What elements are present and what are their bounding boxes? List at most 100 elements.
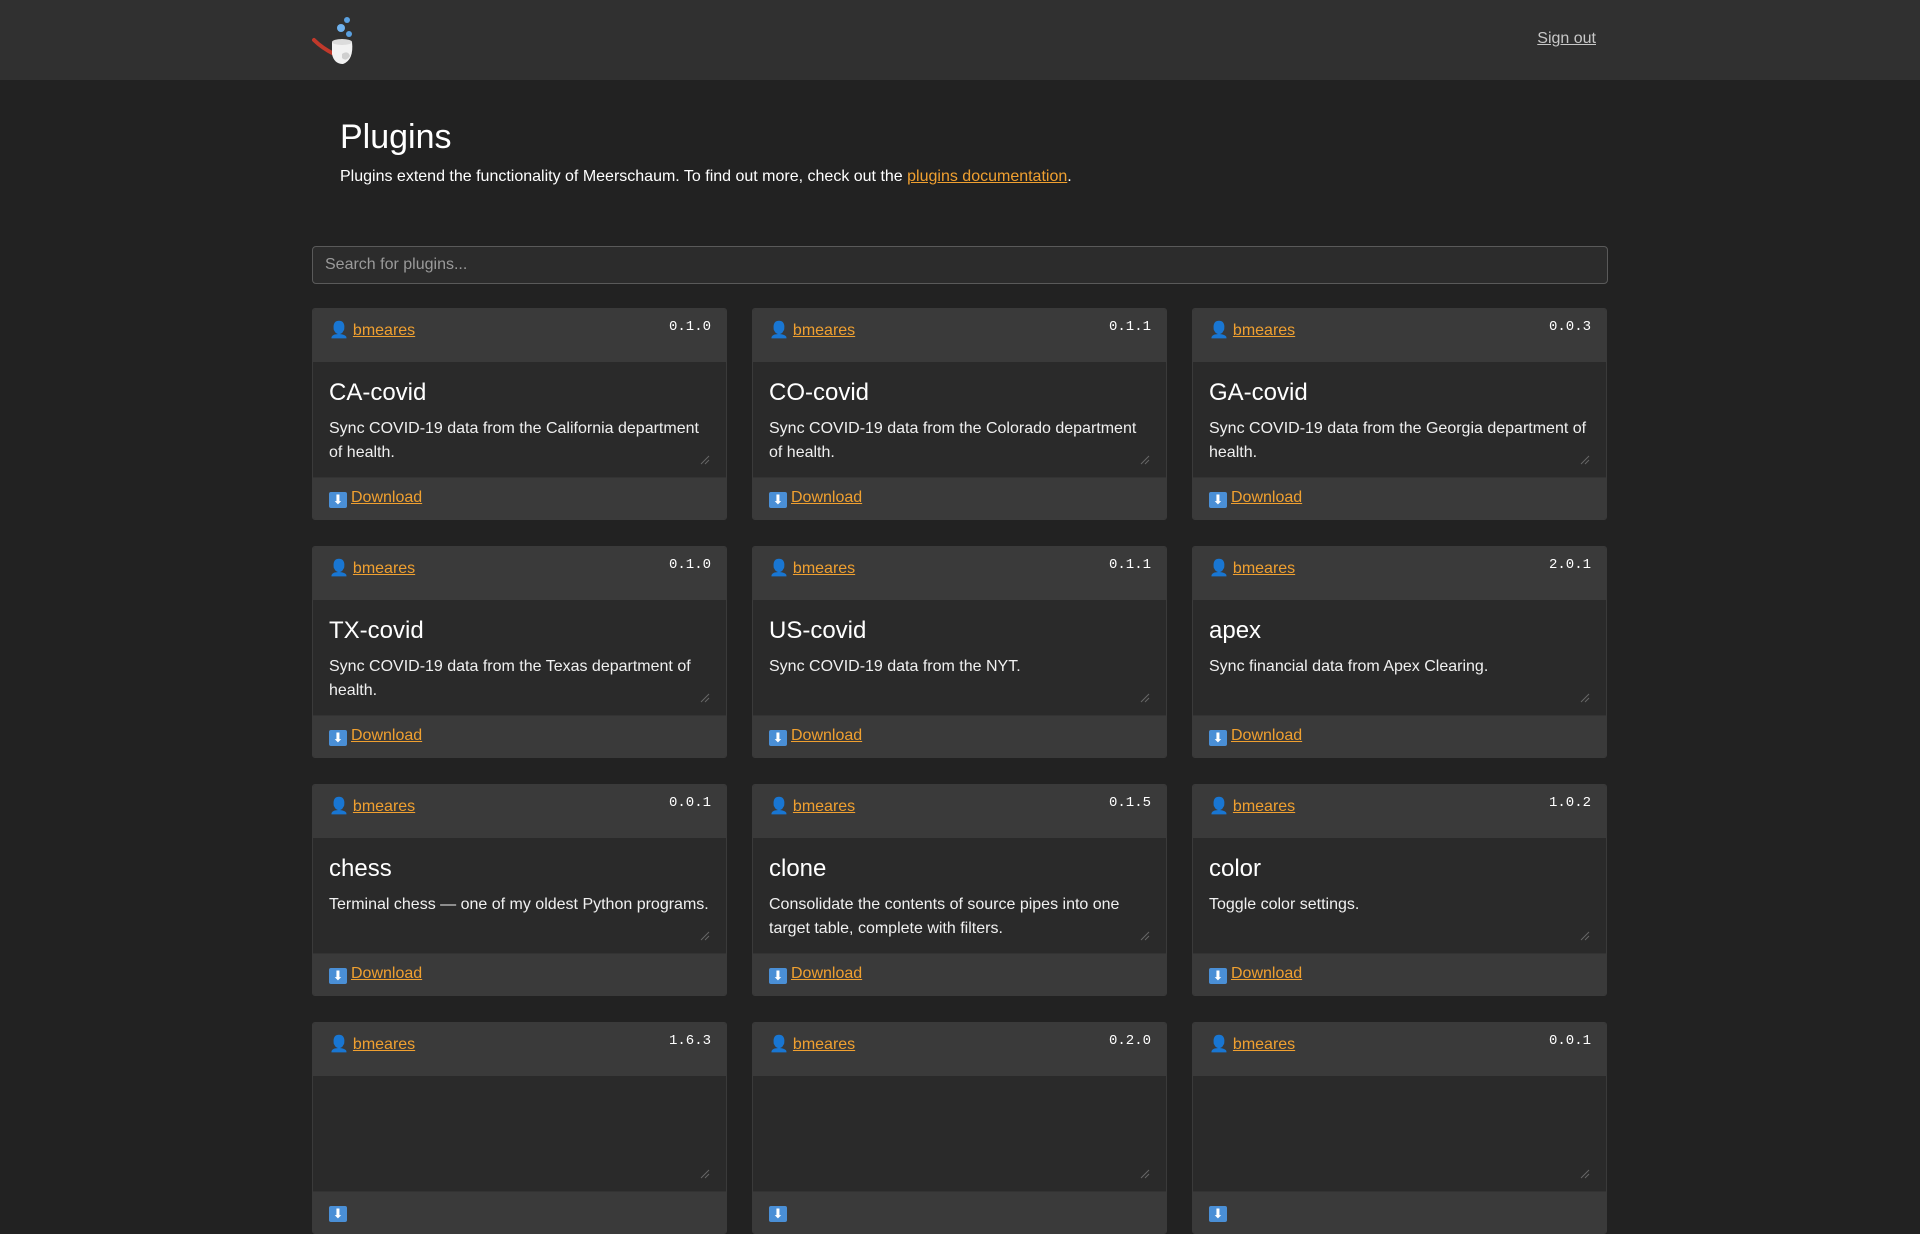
plugins-documentation-link[interactable]: plugins documentation bbox=[907, 168, 1067, 185]
plugin-name: clone bbox=[769, 855, 827, 882]
download-link[interactable]: ⬇ Download bbox=[329, 727, 422, 746]
resize-handle-icon[interactable] bbox=[700, 693, 710, 703]
plugin-card-body: color Toggle color settings. bbox=[1193, 838, 1606, 955]
download-link[interactable]: ⬇ Download bbox=[329, 489, 422, 508]
plugin-card-header: 👤 bmeares 0.1.1 bbox=[753, 309, 1166, 362]
plugin-card-body bbox=[1193, 1076, 1606, 1193]
plugin-version: 1.0.2 bbox=[1548, 795, 1591, 811]
author-link[interactable]: 👤 bmeares bbox=[769, 1034, 855, 1054]
plugin-card-body: clone Consolidate the contents of source… bbox=[753, 838, 1166, 955]
plugin-description: Terminal chess — one of my oldest Python… bbox=[329, 896, 709, 913]
author-name: bmeares bbox=[792, 322, 856, 339]
plugin-card-header: 👤 bmeares 0.0.1 bbox=[313, 785, 726, 838]
plugin-card-header: 👤 bmeares 0.1.0 bbox=[313, 547, 726, 600]
download-arrow-icon: ⬇ bbox=[1209, 730, 1227, 746]
author-link[interactable]: 👤 bmeares bbox=[329, 558, 415, 578]
meerschaum-logo[interactable] bbox=[312, 14, 362, 66]
plugin-card-footer: ⬇ Download bbox=[1193, 477, 1606, 519]
author-name: bmeares bbox=[1232, 560, 1296, 577]
plugin-card-body: apex Sync financial data from Apex Clear… bbox=[1193, 600, 1606, 717]
author-link[interactable]: 👤 bmeares bbox=[1209, 558, 1295, 578]
page-title: Plugins bbox=[340, 118, 452, 156]
plugin-card-body: GA-covid Sync COVID-19 data from the Geo… bbox=[1193, 362, 1606, 479]
intro-text: Plugins extend the functionality of Meer… bbox=[340, 168, 1072, 186]
plugin-card-header: 👤 bmeares 1.6.3 bbox=[313, 1023, 726, 1076]
plugin-card: 👤 bmeares 0.1.5 clone Consolidate the con… bbox=[752, 784, 1167, 996]
resize-handle-icon[interactable] bbox=[700, 455, 710, 465]
author-link[interactable]: 👤 bmeares bbox=[329, 1034, 415, 1054]
plugin-card-footer: ⬇ Download bbox=[1193, 953, 1606, 995]
author-link[interactable]: 👤 bmeares bbox=[769, 320, 855, 340]
plugin-card-footer: ⬇ bbox=[753, 1191, 1166, 1233]
author-link[interactable]: 👤 bmeares bbox=[329, 796, 415, 816]
download-link[interactable]: ⬇ bbox=[1209, 1203, 1231, 1222]
plugin-name: chess bbox=[329, 855, 392, 882]
search-input[interactable] bbox=[312, 246, 1608, 284]
author-name: bmeares bbox=[352, 560, 416, 577]
plugin-version: 0.0.3 bbox=[1548, 319, 1591, 335]
plugin-card-header: 👤 bmeares 0.1.0 bbox=[313, 309, 726, 362]
resize-handle-icon[interactable] bbox=[1580, 1169, 1590, 1179]
plugin-card: 👤 bmeares 0.1.1 US-covid Sync COVID-19 da… bbox=[752, 546, 1167, 758]
plugin-card-body: US-covid Sync COVID-19 data from the NYT… bbox=[753, 600, 1166, 717]
resize-handle-icon[interactable] bbox=[700, 1169, 710, 1179]
intro-text-start: Plugins extend the functionality of Meer… bbox=[340, 168, 908, 185]
person-icon: 👤 bbox=[769, 560, 789, 577]
resize-handle-icon[interactable] bbox=[1140, 455, 1150, 465]
resize-handle-icon[interactable] bbox=[1580, 931, 1590, 941]
sign-out-link[interactable]: Sign out bbox=[1537, 30, 1596, 48]
person-icon: 👤 bbox=[769, 322, 789, 339]
author-link[interactable]: 👤 bmeares bbox=[1209, 320, 1295, 340]
plugin-card-footer: ⬇ Download bbox=[753, 715, 1166, 757]
author-link[interactable]: 👤 bmeares bbox=[769, 796, 855, 816]
plugin-card-footer: ⬇ Download bbox=[753, 477, 1166, 519]
plugin-version: 0.0.1 bbox=[668, 795, 711, 811]
plugin-name: apex bbox=[1209, 617, 1262, 644]
resize-handle-icon[interactable] bbox=[1140, 1169, 1150, 1179]
download-label: Download bbox=[1231, 489, 1303, 506]
plugin-card-footer: ⬇ bbox=[313, 1191, 726, 1233]
download-link[interactable]: ⬇ Download bbox=[1209, 965, 1302, 984]
person-icon: 👤 bbox=[329, 560, 349, 577]
plugin-card-body: CA-covid Sync COVID-19 data from the Cal… bbox=[313, 362, 726, 479]
plugin-description: Toggle color settings. bbox=[1209, 896, 1360, 913]
download-link[interactable]: ⬇ Download bbox=[769, 489, 862, 508]
download-arrow-icon: ⬇ bbox=[329, 730, 347, 746]
plugin-card-header: 👤 bmeares 0.1.1 bbox=[753, 547, 1166, 600]
resize-handle-icon[interactable] bbox=[700, 931, 710, 941]
resize-handle-icon[interactable] bbox=[1140, 693, 1150, 703]
plugin-description: Sync COVID-19 data from the NYT. bbox=[769, 658, 1021, 675]
person-icon: 👤 bbox=[329, 1036, 349, 1053]
download-label: Download bbox=[351, 489, 423, 506]
plugin-version: 0.1.1 bbox=[1108, 557, 1151, 573]
download-label: Download bbox=[791, 727, 863, 744]
plugin-version: 0.0.1 bbox=[1548, 1033, 1591, 1049]
download-label: Download bbox=[791, 965, 863, 982]
resize-handle-icon[interactable] bbox=[1580, 693, 1590, 703]
plugin-card-footer: ⬇ Download bbox=[313, 715, 726, 757]
resize-handle-icon[interactable] bbox=[1580, 455, 1590, 465]
download-link[interactable]: ⬇ Download bbox=[1209, 727, 1302, 746]
author-link[interactable]: 👤 bmeares bbox=[329, 320, 415, 340]
author-name: bmeares bbox=[352, 1036, 416, 1053]
download-link[interactable]: ⬇ bbox=[769, 1203, 791, 1222]
plugin-card: 👤 bmeares 0.1.1 CO-covid Sync COVID-19 da… bbox=[752, 308, 1167, 520]
download-link[interactable]: ⬇ Download bbox=[329, 965, 422, 984]
resize-handle-icon[interactable] bbox=[1140, 931, 1150, 941]
plugin-card: 👤 bmeares 0.2.0 ⬇ bbox=[752, 1022, 1167, 1234]
person-icon: 👤 bbox=[329, 798, 349, 815]
author-name: bmeares bbox=[792, 560, 856, 577]
download-link[interactable]: ⬇ Download bbox=[769, 727, 862, 746]
person-icon: 👤 bbox=[1209, 1036, 1229, 1053]
author-link[interactable]: 👤 bmeares bbox=[769, 558, 855, 578]
download-link[interactable]: ⬇ bbox=[329, 1203, 351, 1222]
download-link[interactable]: ⬇ Download bbox=[1209, 489, 1302, 508]
author-link[interactable]: 👤 bmeares bbox=[1209, 796, 1295, 816]
author-link[interactable]: 👤 bmeares bbox=[1209, 1034, 1295, 1054]
plugin-description: Sync COVID-19 data from the Colorado dep… bbox=[769, 420, 1137, 461]
download-link[interactable]: ⬇ Download bbox=[769, 965, 862, 984]
plugin-card-body bbox=[313, 1076, 726, 1193]
plugin-name: CA-covid bbox=[329, 379, 427, 406]
plugin-card-header: 👤 bmeares 0.2.0 bbox=[753, 1023, 1166, 1076]
person-icon: 👤 bbox=[1209, 322, 1229, 339]
